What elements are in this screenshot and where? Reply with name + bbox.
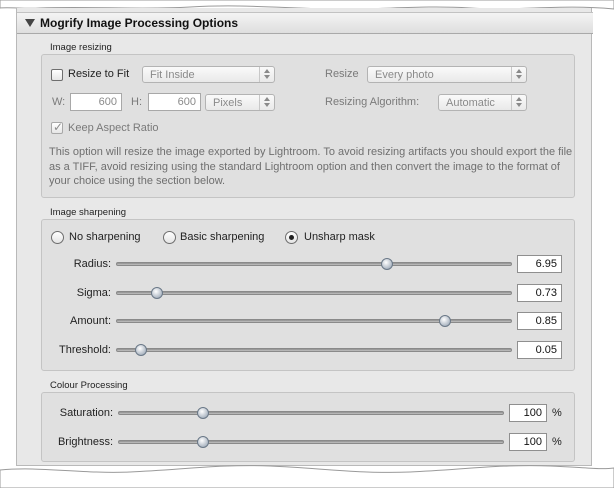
sharpening-slider-knob[interactable] [135, 343, 148, 356]
sharpening-slider-label: Threshold: [59, 343, 111, 356]
radio-basic-sharpening[interactable] [163, 231, 176, 244]
sharpening-slider-track[interactable] [116, 319, 512, 323]
colour-slider-knob[interactable] [196, 436, 209, 448]
radio-label-unsharp-mask: Unsharp mask [304, 231, 375, 243]
sharpening-value-field[interactable]: 0.85 [517, 312, 562, 330]
sharpening-slider-label: Radius: [73, 258, 111, 270]
resize-to-fit-label: Resize to Fit [68, 68, 130, 80]
sharpening-slider-track[interactable] [116, 347, 512, 352]
sharpening-slider-label: Amount: [70, 315, 111, 327]
updown-arrows-icon [511, 67, 526, 82]
resize-label: Resize [325, 68, 359, 80]
checkmark-icon: ✓ [53, 120, 64, 134]
width-label: W: [52, 96, 66, 108]
resize-scope-value: Every photo [375, 69, 434, 81]
section-label-colour: Colour Processing [50, 380, 128, 391]
sharpening-value-field[interactable]: 0.73 [517, 283, 562, 302]
radio-no-sharpening[interactable] [51, 231, 64, 244]
colour-group [41, 392, 575, 462]
radio-unsharp-mask[interactable] [285, 231, 298, 244]
updown-arrows-icon [259, 67, 274, 82]
colour-slider-label: Saturation: [59, 407, 113, 419]
sharpening-value-field[interactable]: 6.95 [517, 255, 562, 273]
panel-header[interactable]: Mogrify Image Processing Options [17, 12, 593, 34]
sharpening-slider-knob[interactable] [380, 258, 393, 270]
sharpening-value-field[interactable]: 0.05 [517, 340, 562, 359]
sharpening-slider-knob[interactable] [438, 315, 451, 327]
sharpening-slider-track[interactable] [116, 290, 512, 295]
section-label-sharpening: Image sharpening [50, 207, 127, 218]
updown-arrows-icon [511, 95, 526, 110]
radio-label-no-sharpening: No sharpening [69, 231, 141, 243]
colour-value-field[interactable]: 100 [509, 404, 547, 422]
updown-arrows-icon [259, 95, 274, 110]
colour-slider-track[interactable] [118, 440, 504, 444]
colour-unit-label: % [552, 407, 562, 419]
width-field[interactable]: 600 [70, 93, 122, 111]
colour-slider-track[interactable] [118, 411, 504, 415]
height-field[interactable]: 600 [148, 93, 201, 111]
resize-scope-popup[interactable]: Every photo [367, 66, 527, 83]
sharpening-slider-knob[interactable] [150, 286, 163, 299]
sharpening-slider-track[interactable] [116, 262, 512, 266]
fit-mode-popup[interactable]: Fit Inside [142, 66, 275, 83]
radio-label-basic-sharpening: Basic sharpening [180, 231, 265, 243]
resizing-description: This option will resize the image export… [49, 146, 573, 187]
fit-mode-value: Fit Inside [150, 69, 195, 81]
torn-edge-bottom [0, 465, 614, 488]
height-label: H: [131, 96, 142, 108]
sharpening-slider-label: Sigma: [76, 286, 111, 299]
panel-title: Mogrify Image Processing Options [40, 16, 239, 30]
keep-aspect-label: Keep Aspect Ratio [68, 122, 159, 134]
algorithm-value: Automatic [446, 97, 495, 109]
section-label-resizing: Image resizing [50, 42, 112, 53]
algorithm-popup[interactable]: Automatic [438, 94, 527, 111]
algorithm-label: Resizing Algorithm: [325, 96, 420, 108]
resize-to-fit-checkbox[interactable] [51, 69, 63, 81]
mogrify-options-panel: Mogrify Image Processing Options Image r… [16, 8, 593, 466]
disclosure-triangle-icon[interactable] [25, 19, 35, 27]
colour-value-field[interactable]: 100 [509, 433, 547, 451]
colour-slider-label: Brightness: [57, 436, 113, 448]
unit-value: Pixels [213, 97, 243, 109]
colour-slider-knob[interactable] [196, 407, 209, 419]
keep-aspect-checkbox[interactable]: ✓ [51, 120, 64, 134]
unit-popup[interactable]: Pixels [205, 94, 275, 111]
colour-unit-label: % [552, 436, 562, 448]
